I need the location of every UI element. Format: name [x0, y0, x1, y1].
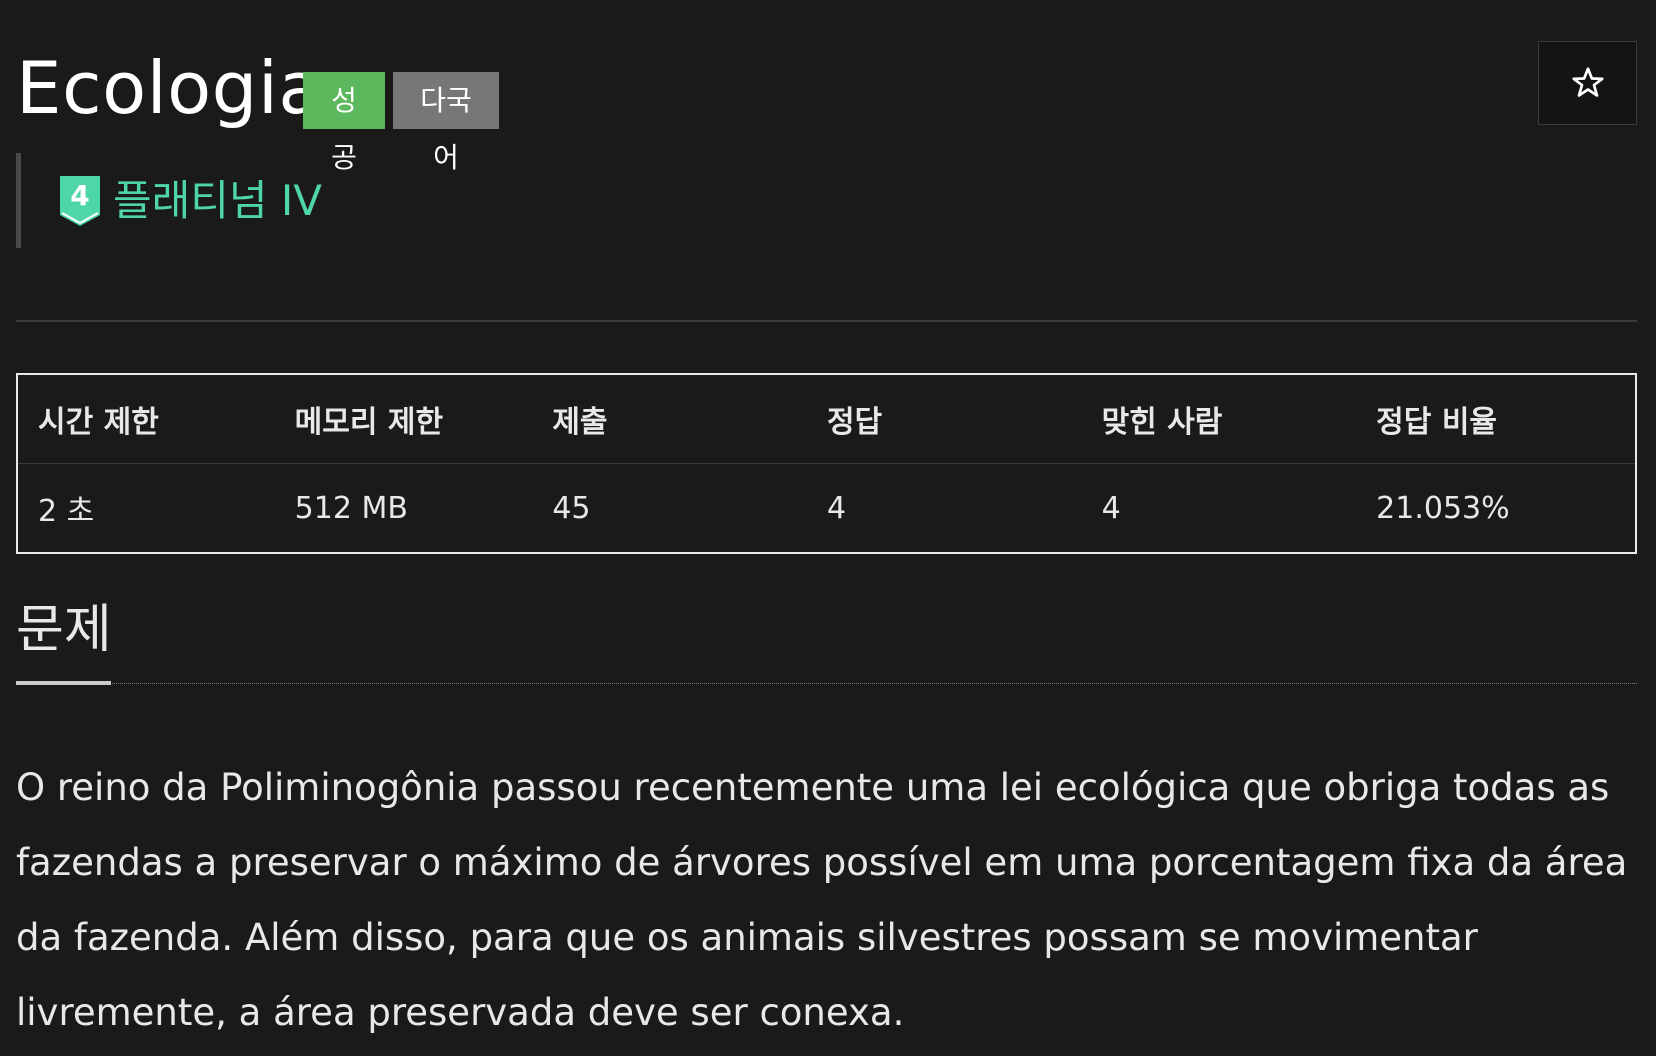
value-accept-ratio: 21.053% [1376, 490, 1510, 526]
problem-title: Ecologia [16, 46, 324, 130]
favorite-button[interactable] [1538, 41, 1637, 125]
problem-section-header: 문제 [16, 595, 1637, 687]
header-accept-ratio: 정답 비율 [1356, 374, 1636, 464]
section-underline [16, 681, 111, 685]
header-submissions: 제출 [532, 374, 807, 464]
header-solved-users: 맞힌 사람 [1081, 374, 1357, 464]
problem-page: Ecologia 성공 다국어 4 플래티넘 IV 시간 제한 메모리 제한 제… [16, 0, 1637, 1034]
value-submissions[interactable]: 45 [532, 464, 807, 554]
divider [16, 320, 1637, 322]
title-row: Ecologia 성공 다국어 [16, 0, 1637, 174]
tier-number: 4 [70, 179, 89, 212]
limits-header-row: 시간 제한 메모리 제한 제출 정답 맞힌 사람 정답 비율 [17, 374, 1636, 464]
section-rule [16, 683, 1637, 684]
multilang-badge[interactable]: 다국어 [393, 72, 499, 174]
tier-label[interactable]: 플래티넘 IV [113, 175, 322, 227]
value-memory-limit: 512 MB [294, 490, 408, 526]
value-accepted[interactable]: 4 [807, 464, 1082, 554]
header-accepted: 정답 [806, 374, 1082, 464]
success-badge: 성공 [303, 72, 385, 174]
value-solved-users[interactable]: 4 [1082, 464, 1357, 554]
header-memory-limit: 메모리 제한 [274, 374, 533, 464]
platinum-tier-icon: 4 [60, 175, 100, 226]
section-title: 문제 [16, 600, 112, 660]
limits-table: 시간 제한 메모리 제한 제출 정답 맞힌 사람 정답 비율 2 초 512 M… [16, 373, 1637, 554]
star-icon [1571, 67, 1604, 97]
tier-block: 4 플래티넘 IV [16, 153, 322, 248]
value-time-limit: 2 초 [38, 494, 95, 529]
header-time-limit: 시간 제한 [17, 374, 275, 464]
problem-description: O reino da Poliminogônia passou recentem… [16, 766, 1628, 1034]
limits-value-row: 2 초 512 MB 45 4 4 21.053% [17, 464, 1636, 554]
